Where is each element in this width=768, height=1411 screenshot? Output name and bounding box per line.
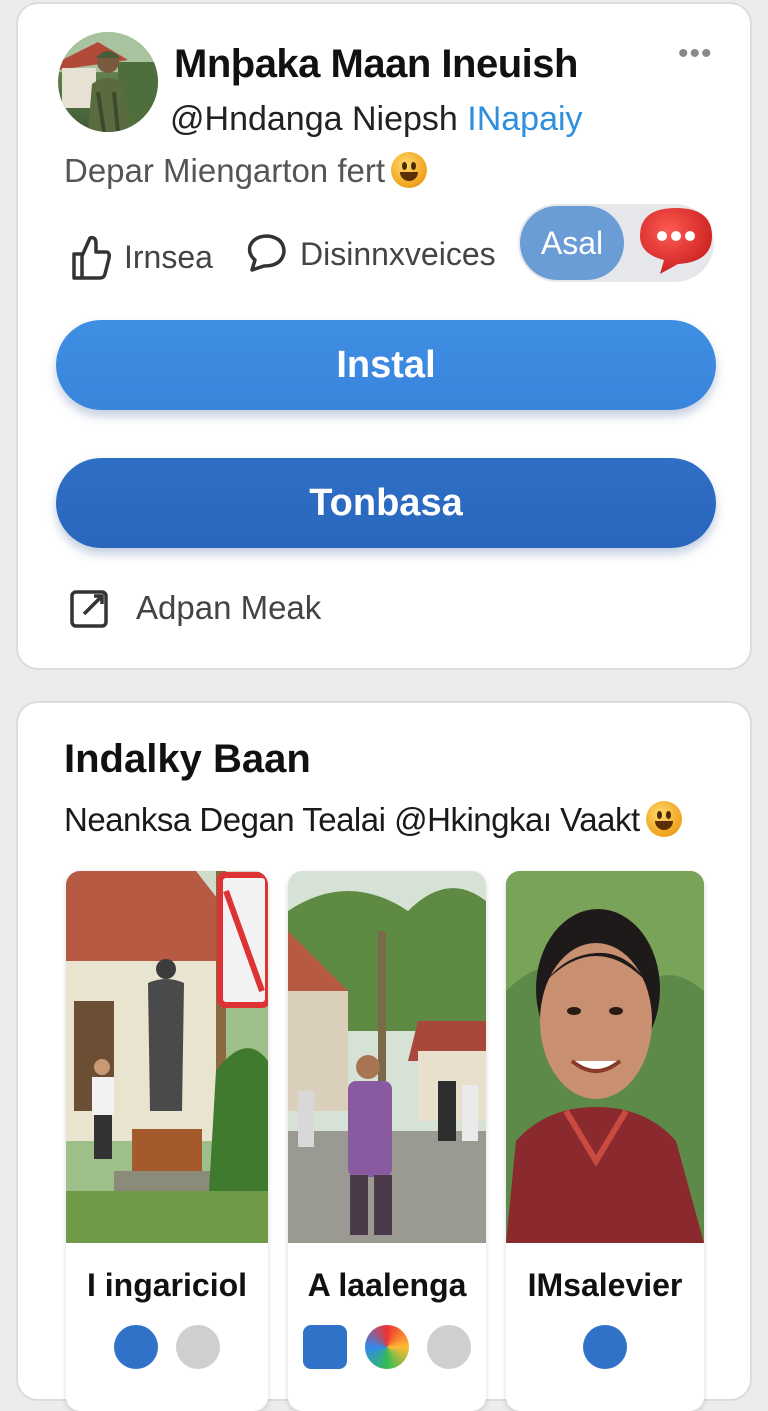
like-action[interactable]: Irnsea [68,232,213,282]
subtitle-text: Neanksa Degan Tealai @Hkingkaı Vaakt [64,801,640,838]
tile-icon-row [506,1325,704,1369]
share-icon[interactable] [114,1325,158,1369]
feature-tile[interactable]: IMsalevier [506,871,704,1411]
tile-title: I ingariciol [86,1267,248,1303]
tile-icon-row [288,1325,486,1369]
avatar-icon[interactable] [176,1325,220,1369]
profile-handle: @Hndanga Niepsh [170,100,458,138]
handle-row: @Hndanga Niepsh INapaiy [170,100,583,139]
feature-tile[interactable]: A laalenga [288,871,486,1411]
avatar[interactable] [58,32,158,132]
bio-text: Depar Miengarton fert [64,152,385,189]
edit-label: Adpan Meak [136,589,322,626]
smile-emoji-icon [391,152,427,188]
feature-tile[interactable]: I ingariciol [66,871,268,1411]
avatar-icon[interactable] [427,1325,471,1369]
village-street-crowd-photo [288,871,486,1243]
section-subtitle: Neanksa Degan Tealai @Hkingkaı Vaakt [64,801,682,839]
color-wheel-icon[interactable] [365,1325,409,1369]
edit-link[interactable]: Adpan Meak [68,586,321,630]
tile-title: IMsalevier [527,1267,683,1303]
edit-icon [70,590,108,628]
chat-bubble-icon[interactable] [636,204,716,274]
discuss-label: Disinnxveices [300,235,496,272]
tile-icon-row [66,1325,268,1369]
smile-emoji-icon [645,801,682,837]
handle-link[interactable]: INapaiy [467,100,582,138]
profile-card: Mnþaka Maan Ineuish @Hndanga Niepsh INap… [16,2,752,670]
speech-bubble-icon [247,234,286,272]
feature-card: Indalky Baan Neanksa Degan Tealai @Hking… [16,701,752,1411]
thumb-icon [72,235,111,280]
discuss-action[interactable]: Disinnxveices [244,232,496,276]
smiling-woman-portrait-photo [506,871,704,1243]
mode-toggle[interactable]: Asal [518,204,714,282]
profile-bio: Depar Miengarton fert [64,152,427,190]
tile-title: A laalenga [307,1267,467,1303]
profile-name: Mnþaka Maan Ineuish [174,42,578,86]
like-label: Irnsea [124,238,213,275]
toggle-selected-option[interactable]: Asal [520,206,624,280]
section-title: Indalky Baan [64,737,311,781]
statue-and-building-photo [66,871,268,1243]
secondary-button[interactable]: Tonbasa [56,458,716,548]
install-button[interactable]: Instal [56,320,716,410]
app-store-icon[interactable] [583,1325,627,1369]
camera-icon[interactable] [303,1325,347,1369]
more-options-button[interactable]: ••• [678,39,713,69]
